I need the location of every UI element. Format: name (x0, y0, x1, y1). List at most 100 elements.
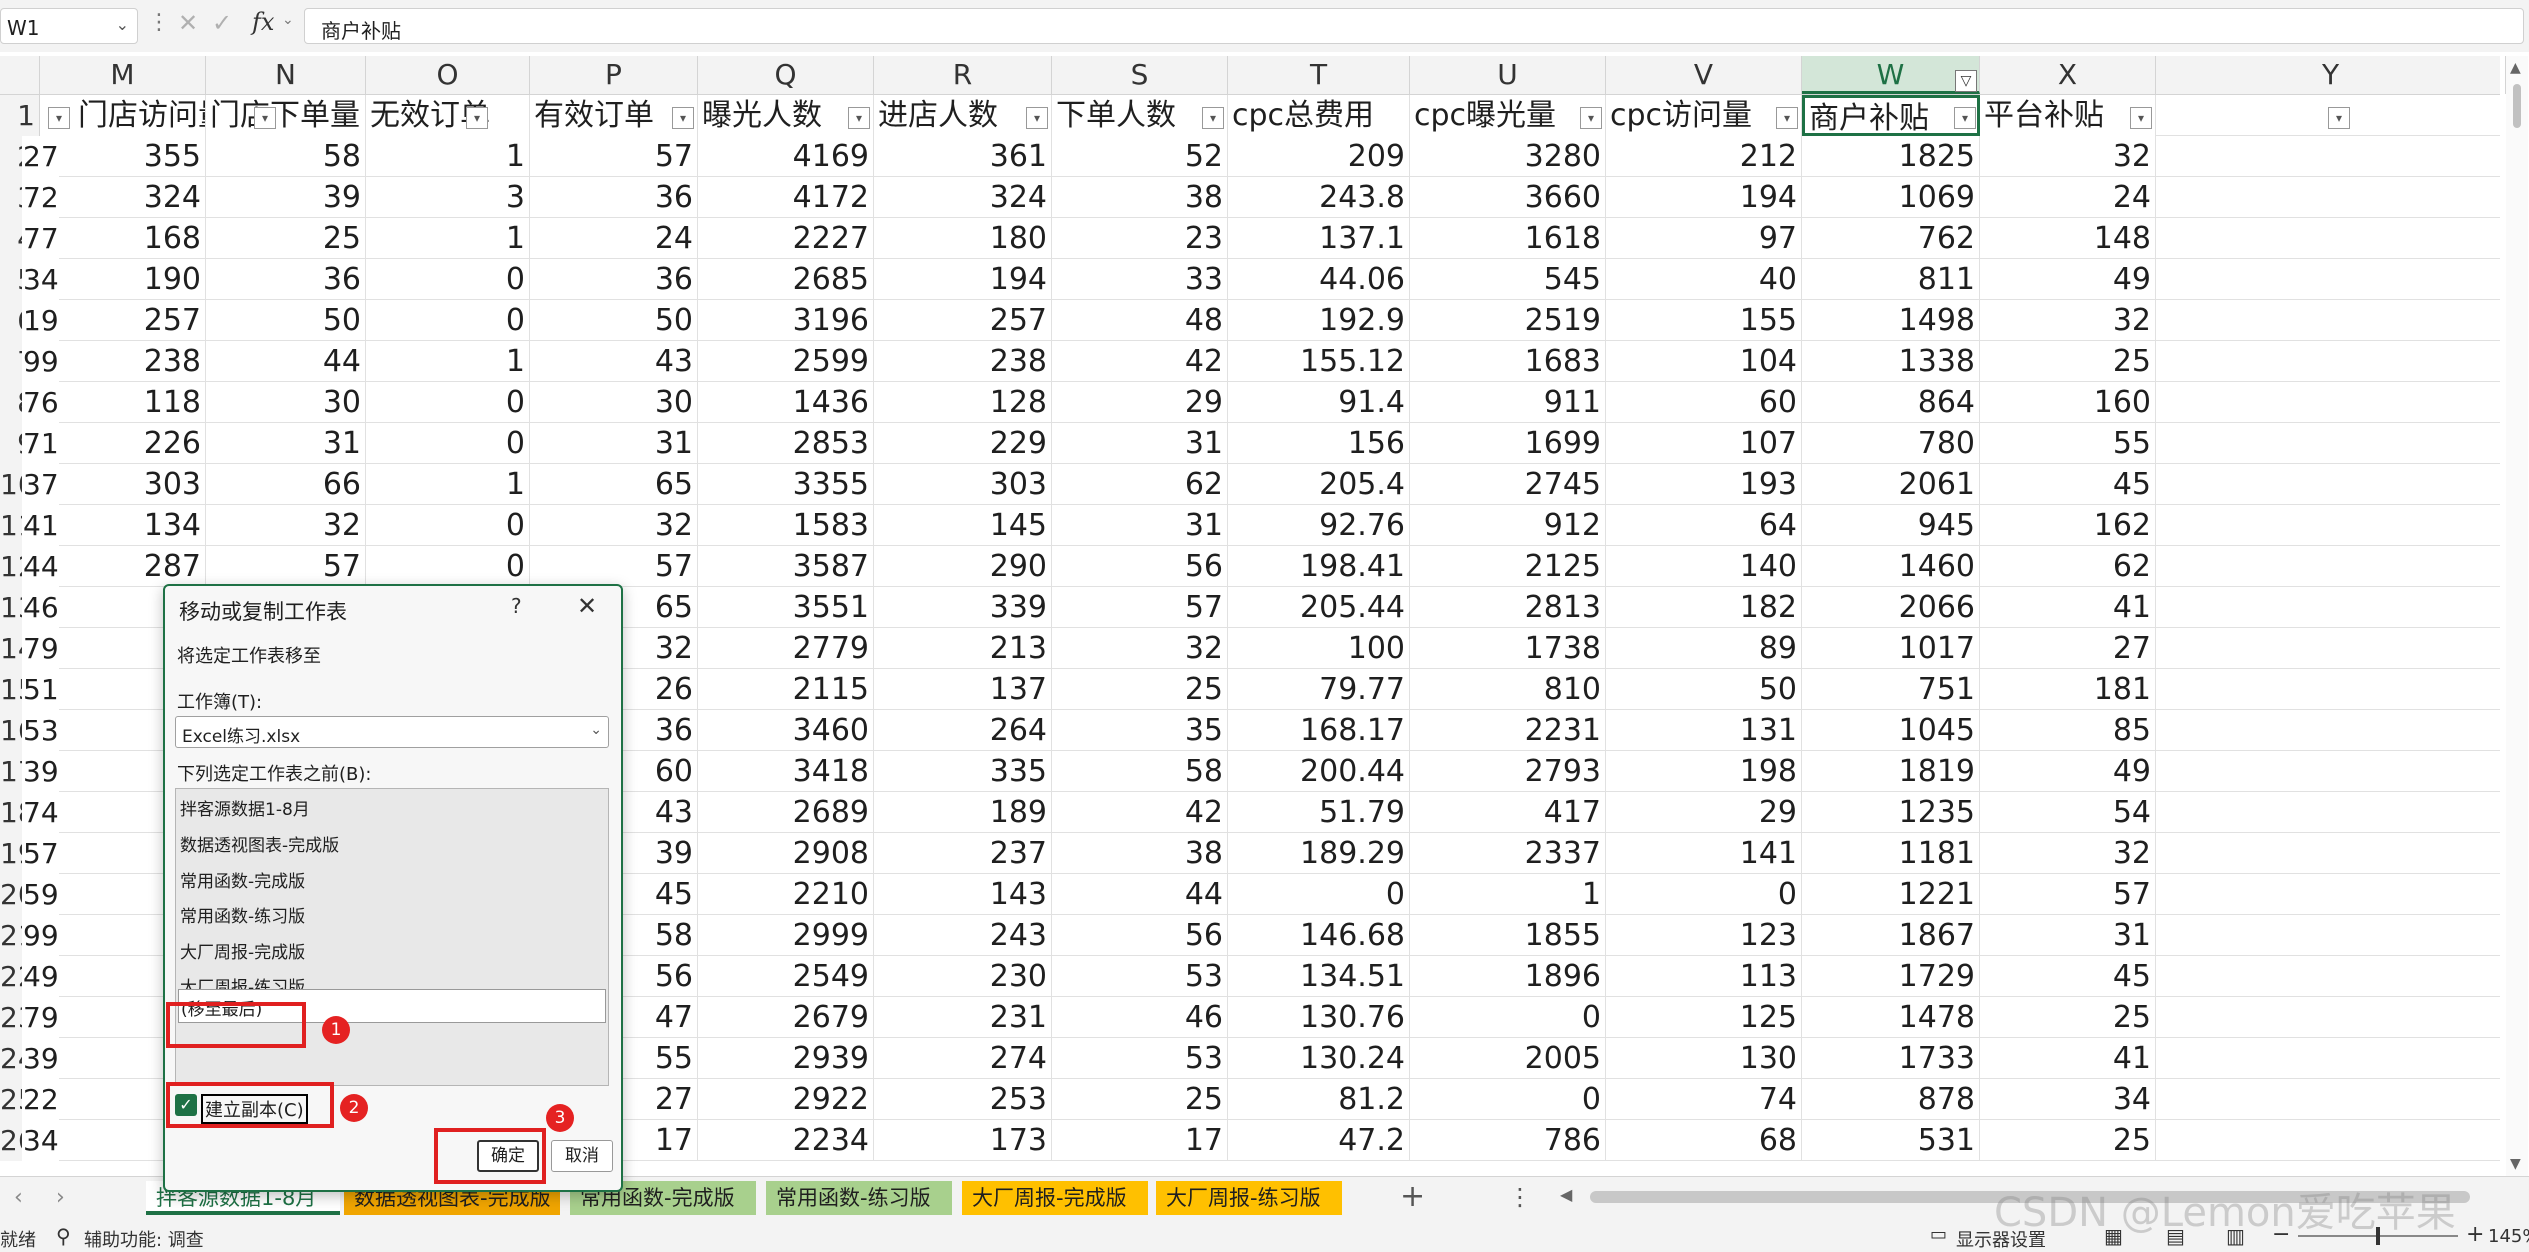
cell-n[interactable]: 39 (206, 177, 366, 218)
cell-r[interactable]: 229 (874, 423, 1052, 464)
cell-x[interactable]: 181 (1980, 669, 2156, 710)
cell-t[interactable]: 92.76 (1228, 505, 1410, 546)
cell-u[interactable]: 545 (1410, 259, 1606, 300)
cell-r[interactable]: 361 (874, 136, 1052, 177)
cell-q[interactable]: 2679 (698, 997, 874, 1038)
cell-x[interactable]: 27 (1980, 628, 2156, 669)
clipped-cell-l[interactable]: 57 (22, 833, 59, 874)
filter-dropdown-icon[interactable]: ▾ (1202, 107, 1224, 129)
column-header-o[interactable]: O (366, 56, 530, 94)
cell-m[interactable]: 287 (40, 546, 206, 587)
cell-u[interactable]: 2005 (1410, 1038, 1606, 1079)
cell-r[interactable]: 189 (874, 792, 1052, 833)
cell-r[interactable]: 243 (874, 915, 1052, 956)
cell-u[interactable]: 3280 (1410, 136, 1606, 177)
cell-v[interactable]: 60 (1606, 382, 1802, 423)
clipped-cell-l[interactable]: 27 (22, 136, 59, 177)
cell-s[interactable]: 35 (1052, 710, 1228, 751)
cell-v[interactable]: 0 (1606, 874, 1802, 915)
cell-u[interactable]: 786 (1410, 1120, 1606, 1161)
workbook-select[interactable]: Excel练习.xlsx ⌄ (175, 716, 609, 748)
chevron-left-icon[interactable]: ‹ (14, 1185, 23, 1210)
cell-t[interactable]: 198.41 (1228, 546, 1410, 587)
cell-s[interactable]: 31 (1052, 505, 1228, 546)
cell-q[interactable]: 2853 (698, 423, 874, 464)
cell-s[interactable]: 42 (1052, 341, 1228, 382)
cell-n[interactable]: 66 (206, 464, 366, 505)
cell-p[interactable]: 65 (530, 464, 698, 505)
cell-q[interactable]: 2999 (698, 915, 874, 956)
clipped-cell-l[interactable]: 77 (22, 218, 59, 259)
cell-w[interactable]: 1181 (1802, 833, 1980, 874)
cell-r[interactable]: 290 (874, 546, 1052, 587)
cell-q[interactable]: 2210 (698, 874, 874, 915)
cell-w[interactable]: 1017 (1802, 628, 1980, 669)
cell-v[interactable]: 113 (1606, 956, 1802, 997)
cell-q[interactable]: 2908 (698, 833, 874, 874)
cell-x[interactable]: 41 (1980, 587, 2156, 628)
header-cell-o[interactable]: 无效订单 (366, 95, 530, 136)
cell-r[interactable]: 274 (874, 1038, 1052, 1079)
cell-m[interactable]: 303 (40, 464, 206, 505)
cell-s[interactable]: 53 (1052, 1038, 1228, 1079)
cell-r[interactable]: 237 (874, 833, 1052, 874)
clipped-cell-l[interactable]: 39 (22, 1038, 59, 1079)
add-sheet-button[interactable]: + (1400, 1179, 1425, 1214)
cell-q[interactable]: 4169 (698, 136, 874, 177)
column-header-w[interactable]: W ▽ (1802, 56, 1980, 94)
filter-dropdown-icon[interactable]: ▾ (1026, 107, 1048, 129)
cell-x[interactable]: 25 (1980, 1120, 2156, 1161)
cell-t[interactable]: 189.29 (1228, 833, 1410, 874)
sheet-tab[interactable]: 大厂周报-完成版 (962, 1181, 1148, 1215)
cell-m[interactable]: 238 (40, 341, 206, 382)
cell-n[interactable]: 44 (206, 341, 366, 382)
clipped-cell-l[interactable]: 79 (22, 628, 59, 669)
column-header-m[interactable]: M (40, 56, 206, 94)
cell-u[interactable]: 1738 (1410, 628, 1606, 669)
cell-m[interactable]: 134 (40, 505, 206, 546)
cell-t[interactable]: 205.4 (1228, 464, 1410, 505)
clipped-cell-l[interactable]: 72 (22, 177, 59, 218)
cell-n[interactable]: 25 (206, 218, 366, 259)
cell-n[interactable]: 30 (206, 382, 366, 423)
cell-p[interactable]: 31 (530, 423, 698, 464)
cell-w[interactable]: 2061 (1802, 464, 1980, 505)
cell-o[interactable]: 0 (366, 382, 530, 423)
cell-q[interactable]: 4172 (698, 177, 874, 218)
cell-q[interactable]: 2685 (698, 259, 874, 300)
cell-x[interactable]: 54 (1980, 792, 2156, 833)
cell-w[interactable]: 1733 (1802, 1038, 1980, 1079)
cell-u[interactable]: 2337 (1410, 833, 1606, 874)
cell-v[interactable]: 194 (1606, 177, 1802, 218)
cell-r[interactable]: 128 (874, 382, 1052, 423)
cell-o[interactable]: 1 (366, 464, 530, 505)
clipped-cell-l[interactable]: 99 (22, 915, 59, 956)
cell-t[interactable]: 100 (1228, 628, 1410, 669)
chevron-down-icon[interactable]: ⌄ (116, 15, 129, 34)
cell-u[interactable]: 417 (1410, 792, 1606, 833)
cell-m[interactable]: 118 (40, 382, 206, 423)
filter-dropdown-icon[interactable]: ▾ (2130, 107, 2152, 129)
header-cell-t[interactable]: cpc总费用 (1228, 95, 1410, 136)
cell-w[interactable]: 1221 (1802, 874, 1980, 915)
cell-m[interactable]: 190 (40, 259, 206, 300)
cell-v[interactable]: 97 (1606, 218, 1802, 259)
cell-x[interactable]: 49 (1980, 259, 2156, 300)
header-cell-u[interactable]: cpc曝光量 (1410, 95, 1606, 136)
cell-t[interactable]: 168.17 (1228, 710, 1410, 751)
cell-n[interactable]: 57 (206, 546, 366, 587)
column-header-s[interactable]: S (1052, 56, 1228, 94)
cell-x[interactable]: 85 (1980, 710, 2156, 751)
cell-s[interactable]: 32 (1052, 628, 1228, 669)
cell-q[interactable]: 3587 (698, 546, 874, 587)
cell-x[interactable]: 62 (1980, 546, 2156, 587)
filter-dropdown-icon[interactable]: ▾ (1954, 107, 1976, 129)
cell-x[interactable]: 41 (1980, 1038, 2156, 1079)
cell-o[interactable]: 3 (366, 177, 530, 218)
cell-t[interactable]: 130.76 (1228, 997, 1410, 1038)
list-item[interactable]: 大厂周报-完成版 (180, 938, 305, 963)
cell-r[interactable]: 238 (874, 341, 1052, 382)
cell-s[interactable]: 25 (1052, 669, 1228, 710)
sheet-tab[interactable]: 大厂周报-练习版 (1156, 1181, 1342, 1215)
cell-r[interactable]: 324 (874, 177, 1052, 218)
